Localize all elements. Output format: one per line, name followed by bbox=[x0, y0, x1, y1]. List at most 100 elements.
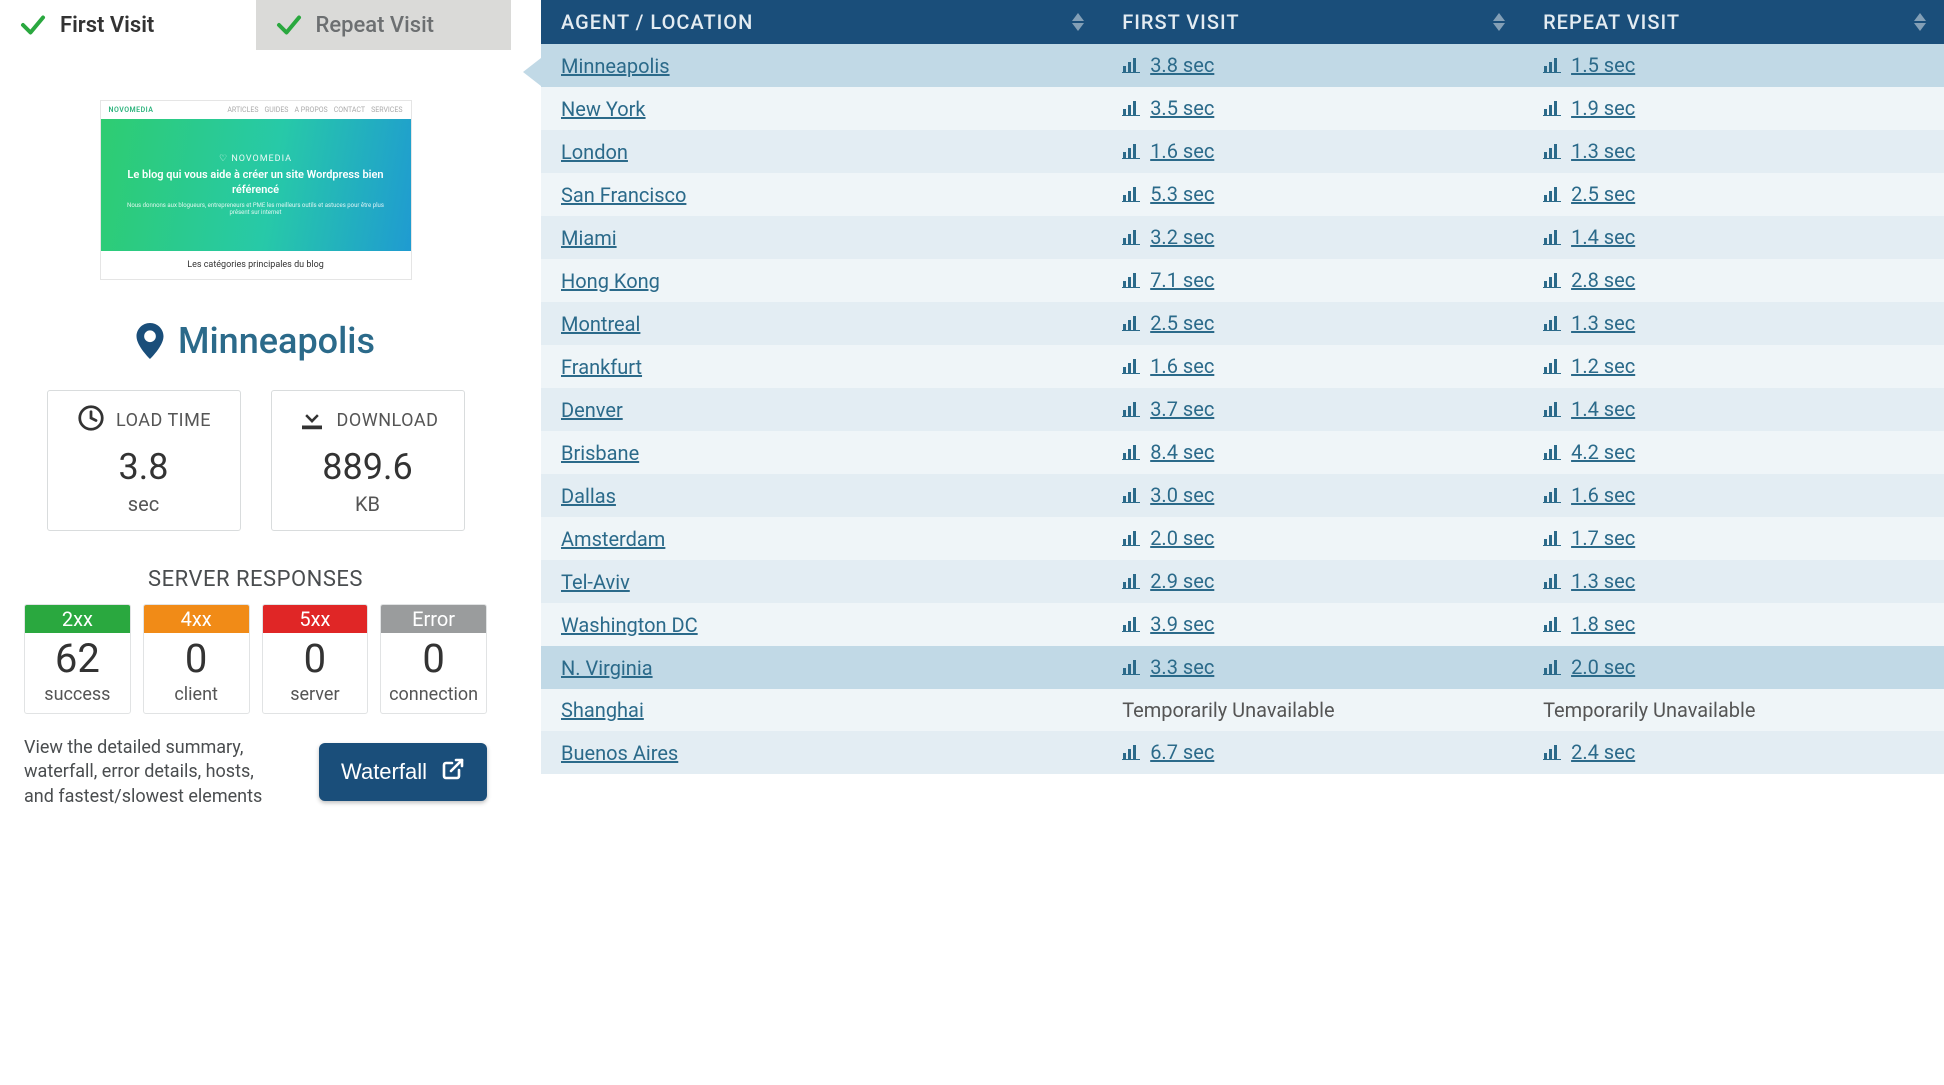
first-visit-link[interactable]: 2.0 sec bbox=[1122, 526, 1214, 550]
table-row[interactable]: Denver 3.7 sec 1.4 sec bbox=[541, 388, 1944, 431]
table-row[interactable]: Dallas 3.0 sec 1.6 sec bbox=[541, 474, 1944, 517]
first-visit-link[interactable]: 1.6 sec bbox=[1122, 354, 1214, 378]
bar-chart-icon bbox=[1543, 444, 1561, 460]
repeat-visit-link[interactable]: 1.9 sec bbox=[1543, 96, 1635, 120]
repeat-visit-link[interactable]: 2.4 sec bbox=[1543, 740, 1635, 764]
col-first-visit[interactable]: FIRST VISIT bbox=[1102, 0, 1523, 44]
results-tbody: Minneapolis 3.8 sec 1.5 sec New York 3.5 sec… bbox=[541, 44, 1944, 774]
table-row[interactable]: Hong Kong 7.1 sec 2.8 sec bbox=[541, 259, 1944, 302]
location-link[interactable]: Hong Kong bbox=[561, 269, 660, 293]
thumbnail-footer: Les catégories principales du blog bbox=[101, 251, 411, 279]
waterfall-button-label: Waterfall bbox=[341, 759, 427, 785]
first-visit-link[interactable]: 2.9 sec bbox=[1122, 569, 1214, 593]
location-link[interactable]: Brisbane bbox=[561, 441, 639, 465]
sort-icon[interactable] bbox=[1072, 13, 1084, 31]
table-row[interactable]: Frankfurt 1.6 sec 1.2 sec bbox=[541, 345, 1944, 388]
first-visit-link[interactable]: 2.5 sec bbox=[1122, 311, 1214, 335]
first-visit-link[interactable]: 3.0 sec bbox=[1122, 483, 1214, 507]
response-box-4xx: 4xx0client bbox=[143, 604, 250, 714]
col-agent-location[interactable]: AGENT / LOCATION bbox=[541, 0, 1102, 44]
site-thumbnail: NOVOMEDIA ARTICLESGUIDESA PROPOSCONTACTS… bbox=[100, 100, 412, 280]
repeat-visit-link[interactable]: 2.0 sec bbox=[1543, 655, 1635, 679]
table-row[interactable]: San Francisco 5.3 sec 2.5 sec bbox=[541, 173, 1944, 216]
repeat-visit-link[interactable]: 1.7 sec bbox=[1543, 526, 1635, 550]
tab-first-visit[interactable]: First Visit bbox=[0, 0, 256, 50]
repeat-visit-link[interactable]: 1.3 sec bbox=[1543, 311, 1635, 335]
repeat-visit-link[interactable]: 1.3 sec bbox=[1543, 569, 1635, 593]
repeat-visit-link[interactable]: 2.8 sec bbox=[1543, 268, 1635, 292]
repeat-visit-link[interactable]: 1.5 sec bbox=[1543, 53, 1635, 77]
server-responses-grid: 2xx62success4xx0client5xx0serverError0co… bbox=[24, 604, 487, 714]
repeat-visit-link[interactable]: 4.2 sec bbox=[1543, 440, 1635, 464]
location-link[interactable]: Frankfurt bbox=[561, 355, 642, 379]
table-row[interactable]: Buenos Aires 6.7 sec 2.4 sec bbox=[541, 731, 1944, 774]
response-label: success bbox=[44, 684, 110, 705]
first-visit-link[interactable]: 3.7 sec bbox=[1122, 397, 1214, 421]
location-link[interactable]: London bbox=[561, 140, 628, 164]
repeat-visit-link[interactable]: 1.2 sec bbox=[1543, 354, 1635, 378]
first-visit-link[interactable]: 3.8 sec bbox=[1122, 53, 1214, 77]
table-row[interactable]: Minneapolis 3.8 sec 1.5 sec bbox=[541, 44, 1944, 87]
bar-chart-icon bbox=[1543, 57, 1561, 73]
table-row[interactable]: New York 3.5 sec 1.9 sec bbox=[541, 87, 1944, 130]
waterfall-button[interactable]: Waterfall bbox=[319, 743, 487, 801]
table-row[interactable]: London 1.6 sec 1.3 sec bbox=[541, 130, 1944, 173]
repeat-visit-link[interactable]: 1.8 sec bbox=[1543, 612, 1635, 636]
location-link[interactable]: N. Virginia bbox=[561, 656, 653, 680]
location-link[interactable]: Dallas bbox=[561, 484, 616, 508]
location-link[interactable]: San Francisco bbox=[561, 183, 686, 207]
location-link[interactable]: Miami bbox=[561, 226, 617, 250]
load-time-label: LOAD TIME bbox=[116, 410, 211, 431]
location-link[interactable]: Minneapolis bbox=[561, 54, 670, 78]
table-row[interactable]: N. Virginia 3.3 sec 2.0 sec bbox=[541, 646, 1944, 689]
location-link[interactable]: Buenos Aires bbox=[561, 741, 678, 765]
selected-location-heading: Minneapolis bbox=[136, 320, 375, 362]
first-visit-link[interactable]: 5.3 sec bbox=[1122, 182, 1214, 206]
first-visit-link[interactable]: 6.7 sec bbox=[1122, 740, 1214, 764]
first-visit-link[interactable]: 1.6 sec bbox=[1122, 139, 1214, 163]
first-visit-link[interactable]: 3.5 sec bbox=[1122, 96, 1214, 120]
table-row[interactable]: ShanghaiTemporarily UnavailableTemporari… bbox=[541, 689, 1944, 731]
location-link[interactable]: Montreal bbox=[561, 312, 640, 336]
sort-icon[interactable] bbox=[1493, 13, 1505, 31]
first-visit-link[interactable]: 3.3 sec bbox=[1122, 655, 1214, 679]
first-visit-link[interactable]: 3.9 sec bbox=[1122, 612, 1214, 636]
location-link[interactable]: Tel-Aviv bbox=[561, 570, 630, 594]
location-link[interactable]: Shanghai bbox=[561, 698, 644, 722]
response-label: connection bbox=[389, 684, 478, 705]
table-row[interactable]: Washington DC 3.9 sec 1.8 sec bbox=[541, 603, 1944, 646]
repeat-visit-link[interactable]: 1.4 sec bbox=[1543, 225, 1635, 249]
external-link-icon bbox=[441, 757, 465, 787]
table-row[interactable]: Miami 3.2 sec 1.4 sec bbox=[541, 216, 1944, 259]
repeat-visit-link[interactable]: 1.3 sec bbox=[1543, 139, 1635, 163]
tab-repeat-visit[interactable]: Repeat Visit bbox=[256, 0, 512, 50]
table-row[interactable]: Brisbane 8.4 sec 4.2 sec bbox=[541, 431, 1944, 474]
repeat-visit-link[interactable]: 1.6 sec bbox=[1543, 483, 1635, 507]
first-visit-link[interactable]: 8.4 sec bbox=[1122, 440, 1214, 464]
bar-chart-icon bbox=[1122, 186, 1140, 202]
location-link[interactable]: Washington DC bbox=[561, 613, 698, 637]
bar-chart-icon bbox=[1122, 272, 1140, 288]
table-row[interactable]: Amsterdam 2.0 sec 1.7 sec bbox=[541, 517, 1944, 560]
sort-icon[interactable] bbox=[1914, 13, 1926, 31]
location-link[interactable]: Amsterdam bbox=[561, 527, 665, 551]
download-value: 889.6 bbox=[322, 446, 412, 488]
first-visit-link[interactable]: 3.2 sec bbox=[1122, 225, 1214, 249]
table-row[interactable]: Tel-Aviv 2.9 sec 1.3 sec bbox=[541, 560, 1944, 603]
location-link[interactable]: New York bbox=[561, 97, 646, 121]
col-repeat-visit[interactable]: REPEAT VISIT bbox=[1523, 0, 1944, 44]
results-table-wrap: AGENT / LOCATION FIRST VISIT REPEAT VISI… bbox=[511, 0, 1944, 1085]
bar-chart-icon bbox=[1122, 143, 1140, 159]
clock-icon bbox=[76, 403, 106, 438]
table-row[interactable]: Montreal 2.5 sec 1.3 sec bbox=[541, 302, 1944, 345]
location-link[interactable]: Denver bbox=[561, 398, 623, 422]
repeat-visit-link[interactable]: 2.5 sec bbox=[1543, 182, 1635, 206]
bar-chart-icon bbox=[1122, 487, 1140, 503]
first-visit-unavailable: Temporarily Unavailable bbox=[1122, 698, 1334, 722]
response-code: Error bbox=[381, 605, 486, 633]
repeat-visit-link[interactable]: 1.4 sec bbox=[1543, 397, 1635, 421]
first-visit-link[interactable]: 7.1 sec bbox=[1122, 268, 1214, 292]
thumbnail-hero-sub: Nous donnons aux blogueurs, entrepreneur… bbox=[121, 202, 391, 216]
bar-chart-icon bbox=[1543, 229, 1561, 245]
tab-repeat-label: Repeat Visit bbox=[316, 13, 435, 38]
